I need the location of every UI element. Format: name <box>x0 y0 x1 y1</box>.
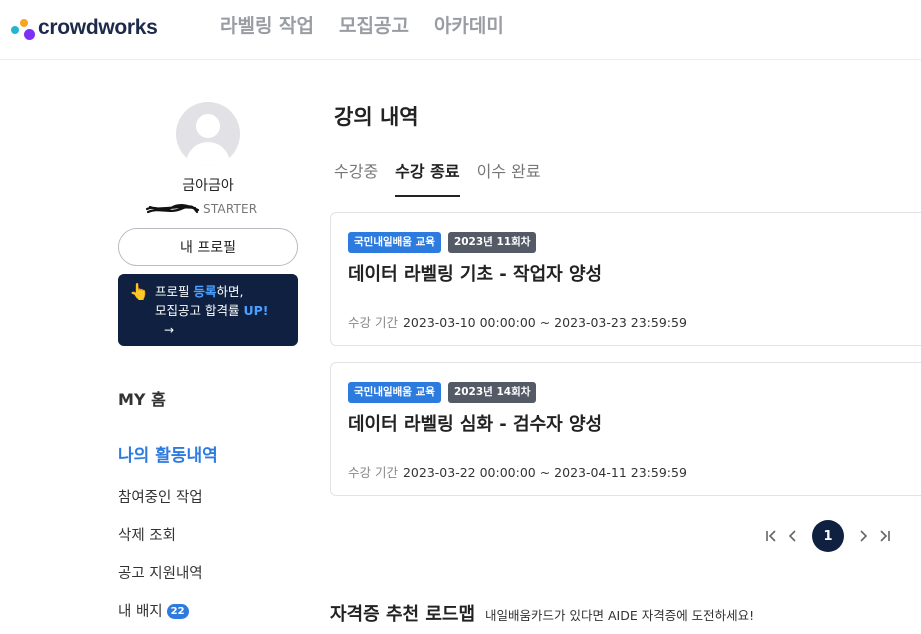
my-profile-button[interactable]: 내 프로필 <box>118 228 298 266</box>
period-label: 수강 기간 <box>348 465 398 480</box>
badge-count: 22 <box>166 604 189 619</box>
activity-section-title[interactable]: 나의 활동내역 <box>118 441 218 466</box>
course-title: 데이터 라벨링 심화 - 검수자 양성 <box>348 414 603 435</box>
tab-completed[interactable]: 이수 완료 <box>477 158 541 197</box>
main-nav: 라벨링 작업 모집공고 아카데미 <box>220 12 504 40</box>
program-chip: 국민내일배움 교육 <box>348 382 441 403</box>
period-value: 2023-03-10 00:00:00 ~ 2023-03-23 23:59:5… <box>402 315 687 330</box>
member-grade: STARTER <box>203 202 258 216</box>
next-page-icon[interactable] <box>852 520 874 552</box>
promo-line-2: 모집공고 합격률 UP! <box>155 303 269 318</box>
period-label: 수강 기간 <box>348 315 398 330</box>
course-chips: 국민내일배움 교육 2023년 11회차 <box>348 232 537 253</box>
course-chips: 국민내일배움 교육 2023년 14회차 <box>348 382 537 403</box>
top-header: crowdworks 라벨링 작업 모집공고 아카데미 <box>0 0 921 60</box>
course-period: 수강 기간 2023-03-10 00:00:00 ~ 2023-03-23 23… <box>348 312 687 331</box>
sidebar-item-deletion-lookup[interactable]: 삭제 조회 <box>118 524 176 545</box>
last-page-icon[interactable] <box>874 520 896 552</box>
logo-text: crowdworks <box>38 16 158 39</box>
promo-line-1: 프로필 등록하면, <box>155 284 244 299</box>
course-title: 데이터 라벨링 기초 - 작업자 양성 <box>348 264 603 285</box>
roadmap-title: 자격증 추천 로드맵 <box>330 604 476 625</box>
course-tabs: 수강중 수강 종료 이수 완료 <box>334 158 558 197</box>
period-value: 2023-03-22 00:00:00 ~ 2023-04-11 23:59:5… <box>402 465 687 480</box>
tab-finished[interactable]: 수강 종료 <box>395 158 460 197</box>
program-chip: 국민내일배움 교육 <box>348 232 441 253</box>
sidebar-item-ongoing-work[interactable]: 참여중인 작업 <box>118 486 203 507</box>
redacted-scribble <box>145 204 200 214</box>
first-page-icon[interactable] <box>760 520 782 552</box>
profile-promo-banner[interactable]: 👆 프로필 등록하면, 모집공고 합격률 UP! → <box>118 274 298 346</box>
prev-page-icon[interactable] <box>782 520 804 552</box>
sidebar-item-my-badges[interactable]: 내 배지 22 <box>118 600 189 621</box>
promo-arrow-icon: → <box>164 323 175 337</box>
pointing-hand-icon: 👆 <box>129 282 149 301</box>
course-card[interactable]: 국민내일배움 교육 2023년 11회차 데이터 라벨링 기초 - 작업자 양성… <box>330 212 921 346</box>
logo-mark-icon <box>11 16 35 40</box>
my-home-heading[interactable]: MY 홈 <box>118 386 166 410</box>
page-number-current[interactable]: 1 <box>812 520 844 552</box>
crowdworks-logo[interactable]: crowdworks <box>11 16 158 40</box>
nav-recruitment[interactable]: 모집공고 <box>339 12 409 40</box>
sidebar-item-label: 내 배지 <box>118 604 163 620</box>
pagination: 1 <box>760 520 896 552</box>
page-title: 강의 내역 <box>334 105 419 129</box>
username: 금아금아 <box>182 178 234 194</box>
sidebar-item-applications[interactable]: 공고 지원내역 <box>118 562 203 583</box>
nav-academy[interactable]: 아카데미 <box>434 12 504 40</box>
course-card[interactable]: 국민내일배움 교육 2023년 14회차 데이터 라벨링 심화 - 검수자 양성… <box>330 362 921 496</box>
course-period: 수강 기간 2023-03-22 00:00:00 ~ 2023-04-11 23… <box>348 462 687 481</box>
tab-in-progress[interactable]: 수강중 <box>334 158 378 197</box>
roadmap-section: 자격증 추천 로드맵 내일배움카드가 있다면 AIDE 자격증에 도전하세요! <box>330 600 754 626</box>
session-chip: 2023년 14회차 <box>447 382 537 403</box>
roadmap-subtitle: 내일배움카드가 있다면 AIDE 자격증에 도전하세요! <box>485 608 755 623</box>
avatar <box>176 102 240 166</box>
nav-labeling-work[interactable]: 라벨링 작업 <box>220 12 314 40</box>
session-chip: 2023년 11회차 <box>447 232 537 253</box>
